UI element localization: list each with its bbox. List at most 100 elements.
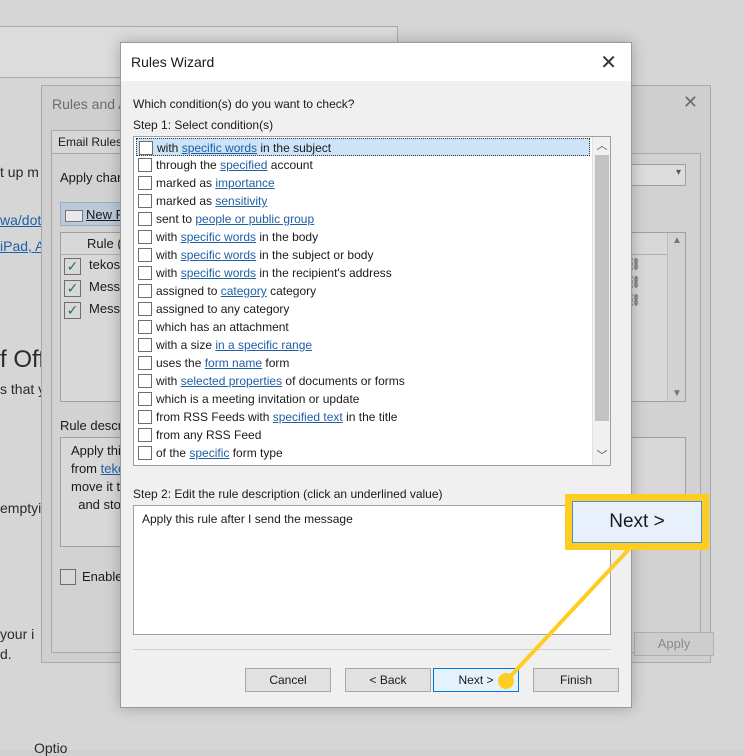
condition-value-link[interactable]: specified	[220, 158, 267, 172]
background-link: iPad, A	[0, 238, 45, 254]
condition-value-link[interactable]: specific words	[181, 266, 256, 280]
condition-list: with specific words in the subject throug…	[133, 136, 611, 466]
chevron-down-icon[interactable]: ﹀	[593, 447, 611, 465]
scroll-down-icon[interactable]: ▼	[672, 388, 682, 399]
condition-value-link[interactable]: form name	[205, 356, 262, 370]
condition-text: form	[262, 356, 290, 370]
condition-checkbox[interactable]	[139, 141, 153, 155]
rule-column-label: Rule (	[87, 236, 122, 251]
condition-checkbox[interactable]	[138, 248, 152, 262]
condition-item[interactable]: marked as importance	[136, 174, 590, 192]
background-fragment: d.	[0, 646, 12, 662]
condition-text: with	[157, 141, 182, 155]
condition-text: with	[156, 266, 181, 280]
condition-item[interactable]: with specific words in the body	[136, 228, 590, 246]
condition-item[interactable]: assigned to category category	[136, 282, 590, 300]
condition-value-link[interactable]: specified text	[273, 410, 343, 424]
background-fragment: t up m	[0, 164, 39, 180]
divider	[133, 649, 611, 650]
checkmark-icon[interactable]: ✓	[64, 280, 81, 297]
condition-text: in the subject	[257, 141, 332, 155]
rule-row[interactable]: ✓ Messa	[61, 301, 127, 321]
condition-checkbox[interactable]	[138, 212, 152, 226]
condition-value-link[interactable]: people or public group	[195, 212, 314, 226]
title-bar: Rules Wizard ✕	[121, 43, 631, 81]
back-button[interactable]: < Back	[345, 668, 431, 692]
apply-button[interactable]: Apply	[634, 632, 714, 656]
condition-checkbox[interactable]	[138, 302, 152, 316]
condition-value-link[interactable]: specific	[189, 446, 229, 460]
dialog-title: Rules Wizard	[131, 54, 215, 70]
condition-checkbox[interactable]	[138, 374, 152, 388]
condition-checkbox[interactable]	[138, 158, 152, 172]
enable-checkbox-box[interactable]	[60, 569, 76, 585]
condition-value-link[interactable]: in a specific range	[215, 338, 312, 352]
condition-item[interactable]: from RSS Feeds with specified text in th…	[136, 408, 590, 426]
condition-item[interactable]: assigned to any category	[136, 300, 590, 318]
rule-row[interactable]: ✓ Messa	[61, 279, 127, 299]
condition-value-link[interactable]: specific words	[181, 230, 256, 244]
condition-item[interactable]: with a size in a specific range	[136, 336, 590, 354]
background-fragment: your i	[0, 626, 35, 642]
condition-checkbox[interactable]	[138, 320, 152, 334]
condition-value-link[interactable]: importance	[215, 176, 274, 190]
condition-item[interactable]: of the specific form type	[136, 444, 590, 462]
rule-row[interactable]: ✓ tekosh	[61, 257, 127, 277]
condition-item[interactable]: uses the form name form	[136, 354, 590, 372]
condition-item[interactable]: which has an attachment	[136, 318, 590, 336]
checkmark-icon[interactable]: ✓	[64, 258, 81, 275]
scroll-thumb[interactable]	[595, 155, 609, 421]
condition-checkbox[interactable]	[138, 410, 152, 424]
condition-item[interactable]: which is a meeting invitation or update	[136, 390, 590, 408]
condition-value-link[interactable]: sensitivity	[215, 194, 267, 208]
condition-item[interactable]: with specific words in the subject or bo…	[136, 246, 590, 264]
condition-text: form type	[229, 446, 283, 460]
rule-description-text: Apply this rule after I send the message	[142, 512, 353, 526]
condition-checkbox[interactable]	[138, 338, 152, 352]
background-fragment: emptyi	[0, 500, 42, 516]
condition-item[interactable]: with specific words in the subject	[136, 138, 590, 156]
condition-checkbox[interactable]	[138, 266, 152, 280]
condition-item[interactable]: through the specified account	[136, 156, 590, 174]
checkmark-icon[interactable]: ✓	[64, 302, 81, 319]
condition-checkbox[interactable]	[138, 428, 152, 442]
chevron-up-icon[interactable]: ︿	[593, 137, 611, 155]
new-rule-icon	[65, 209, 83, 222]
condition-text: with	[156, 230, 181, 244]
condition-item[interactable]: marked as sensitivity	[136, 192, 590, 210]
rule-list-scrollbar[interactable]: ▲ ▼	[667, 233, 685, 401]
chevron-down-icon: ▾	[675, 167, 681, 178]
condition-checkbox[interactable]	[138, 230, 152, 244]
enable-checkbox[interactable]: Enable	[60, 569, 122, 585]
condition-checkbox[interactable]	[138, 356, 152, 370]
condition-text: marked as	[156, 176, 216, 190]
condition-item[interactable]: with specific words in the recipient's a…	[136, 264, 590, 282]
condition-text: with	[156, 248, 181, 262]
tab-email-rules[interactable]: Email Rules	[51, 130, 131, 154]
close-icon[interactable]: ✕	[600, 50, 617, 75]
condition-item[interactable]: sent to people or public group	[136, 210, 590, 228]
condition-item[interactable]: from any RSS Feed	[136, 426, 590, 444]
condition-value-link[interactable]: selected properties	[181, 374, 282, 388]
scroll-up-icon[interactable]: ▲	[672, 235, 682, 246]
finish-button[interactable]: Finish	[533, 668, 619, 692]
condition-value-link[interactable]: specific words	[181, 248, 256, 262]
condition-checkbox[interactable]	[138, 284, 152, 298]
condition-value-link[interactable]: specific words	[182, 141, 257, 155]
condition-checkbox[interactable]	[138, 446, 152, 460]
condition-question: Which condition(s) do you want to check?	[133, 97, 355, 111]
folder-dropdown[interactable]: ▾	[630, 164, 686, 186]
close-icon[interactable]: ✕	[683, 92, 698, 113]
condition-item[interactable]: with selected properties of documents or…	[136, 372, 590, 390]
rule-description-editor: Apply this rule after I send the message	[133, 505, 611, 635]
cancel-button[interactable]: Cancel	[245, 668, 331, 692]
condition-checkbox[interactable]	[138, 392, 152, 406]
condition-text: in the title	[342, 410, 398, 424]
condition-list-scrollbar[interactable]: ︿ ﹀	[592, 137, 610, 465]
condition-checkbox[interactable]	[138, 194, 152, 208]
condition-checkbox[interactable]	[138, 176, 152, 190]
apply-changes-label: Apply char	[60, 170, 122, 185]
condition-value-link[interactable]: category	[221, 284, 267, 298]
condition-text: with a size	[156, 338, 216, 352]
next-button[interactable]: Next >	[433, 668, 519, 692]
